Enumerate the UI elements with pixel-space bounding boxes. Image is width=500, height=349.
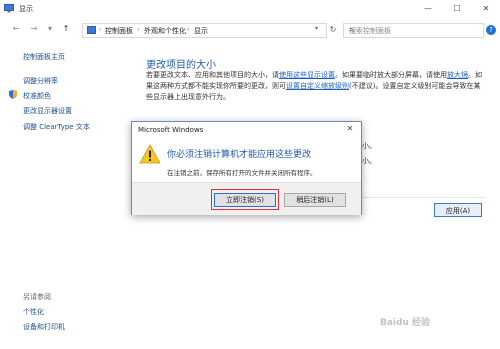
- display-icon: [4, 4, 14, 13]
- back-button[interactable]: ←: [10, 23, 22, 35]
- up-button[interactable]: ↑: [60, 23, 72, 35]
- description-part: 。如果要临时放大部分屏幕，请使用: [335, 71, 447, 79]
- apply-button[interactable]: 应用(A): [434, 203, 482, 217]
- help-button[interactable]: ?: [486, 25, 496, 35]
- navigation-bar: ← → ▾ ↑ › 控制面板 › 外观和个性化 › 显示 ▾ ↻ 搜索控制面板 …: [0, 18, 500, 42]
- sidebar-item-cleartype[interactable]: 调整 ClearType 文本: [23, 122, 90, 132]
- window-title: 显示: [19, 5, 33, 13]
- breadcrumb-separator-icon: ›: [137, 26, 140, 33]
- search-icon[interactable]: ⌕: [349, 25, 479, 35]
- maximize-button[interactable]: ☐: [445, 0, 469, 18]
- close-button[interactable]: ✕: [474, 0, 498, 18]
- minimize-button[interactable]: —: [416, 0, 440, 18]
- breadcrumb-separator-icon: ›: [187, 26, 190, 33]
- dialog-subtext: 在注销之前，保存所有打开的文件并关闭所有程序。: [167, 169, 317, 177]
- dialog-footer: 立即注销(S) 稍后注销(L): [132, 182, 361, 215]
- obscured-text: 小。: [362, 157, 376, 165]
- see-also-title: 另请参阅: [23, 293, 51, 301]
- page-heading: 更改项目的大小: [146, 60, 216, 71]
- breadcrumb-display[interactable]: 显示: [194, 26, 208, 36]
- dialog-close-button[interactable]: ✕: [339, 122, 361, 136]
- sidebar-item-resolution[interactable]: 调整分辨率: [23, 76, 58, 86]
- display-settings-link[interactable]: 使用这些显示设置: [279, 71, 335, 79]
- shield-icon: [9, 90, 17, 99]
- forward-button[interactable]: →: [28, 23, 40, 35]
- dialog-title: Microsoft Windows: [138, 126, 204, 134]
- search-input[interactable]: 搜索控制面板 ⌕: [343, 23, 484, 38]
- address-bar[interactable]: › 控制面板 › 外观和个性化 › 显示 ▾: [82, 23, 327, 38]
- magnifier-link[interactable]: 放大镜: [447, 71, 468, 79]
- sidebar-item-personalize[interactable]: 个性化: [23, 307, 44, 317]
- sidebar-item-devices[interactable]: 设备和打印机: [23, 322, 65, 332]
- watermark: Baidu 经验: [380, 318, 431, 328]
- description-text: 若要更改文本、应用和其他项目的大小，请使用这些显示设置。如果要临时放大部分屏幕，…: [146, 70, 486, 103]
- breadcrumb-separator-icon: ›: [99, 26, 102, 33]
- warning-icon: [139, 144, 161, 164]
- obscured-text: 小。: [362, 142, 376, 150]
- description-part: 若要更改文本、应用和其他项目的大小，请: [146, 71, 279, 79]
- logoff-now-button[interactable]: 立即注销(S): [214, 193, 276, 207]
- custom-scaling-link[interactable]: 设置自定义缩放级别: [286, 82, 349, 90]
- title-bar: 显示 — ☐ ✕: [0, 0, 500, 19]
- logoff-later-button[interactable]: 稍后注销(L): [284, 193, 346, 207]
- sidebar-item-home[interactable]: 控制面板主页: [23, 52, 65, 62]
- display-window: 显示 — ☐ ✕ ← → ▾ ↑ › 控制面板 › 外观和个性化 › 显示 ▾ …: [0, 0, 500, 349]
- control-panel-icon: [87, 26, 96, 34]
- logoff-dialog: Microsoft Windows ✕ 你必须注销计算机才能应用这些更改 在注销…: [131, 121, 362, 215]
- recent-dropdown[interactable]: ▾: [44, 23, 56, 35]
- breadcrumb-control-panel[interactable]: 控制面板: [105, 26, 133, 36]
- dialog-message: 你必须注销计算机才能应用这些更改: [167, 150, 312, 160]
- refresh-button[interactable]: ↻: [327, 24, 339, 36]
- sidebar-item-display-settings[interactable]: 更改显示器设置: [23, 106, 72, 116]
- breadcrumb-appearance[interactable]: 外观和个性化: [144, 26, 186, 36]
- address-dropdown-icon[interactable]: ▾: [315, 25, 318, 32]
- sidebar-item-calibrate[interactable]: 校准颜色: [23, 91, 51, 101]
